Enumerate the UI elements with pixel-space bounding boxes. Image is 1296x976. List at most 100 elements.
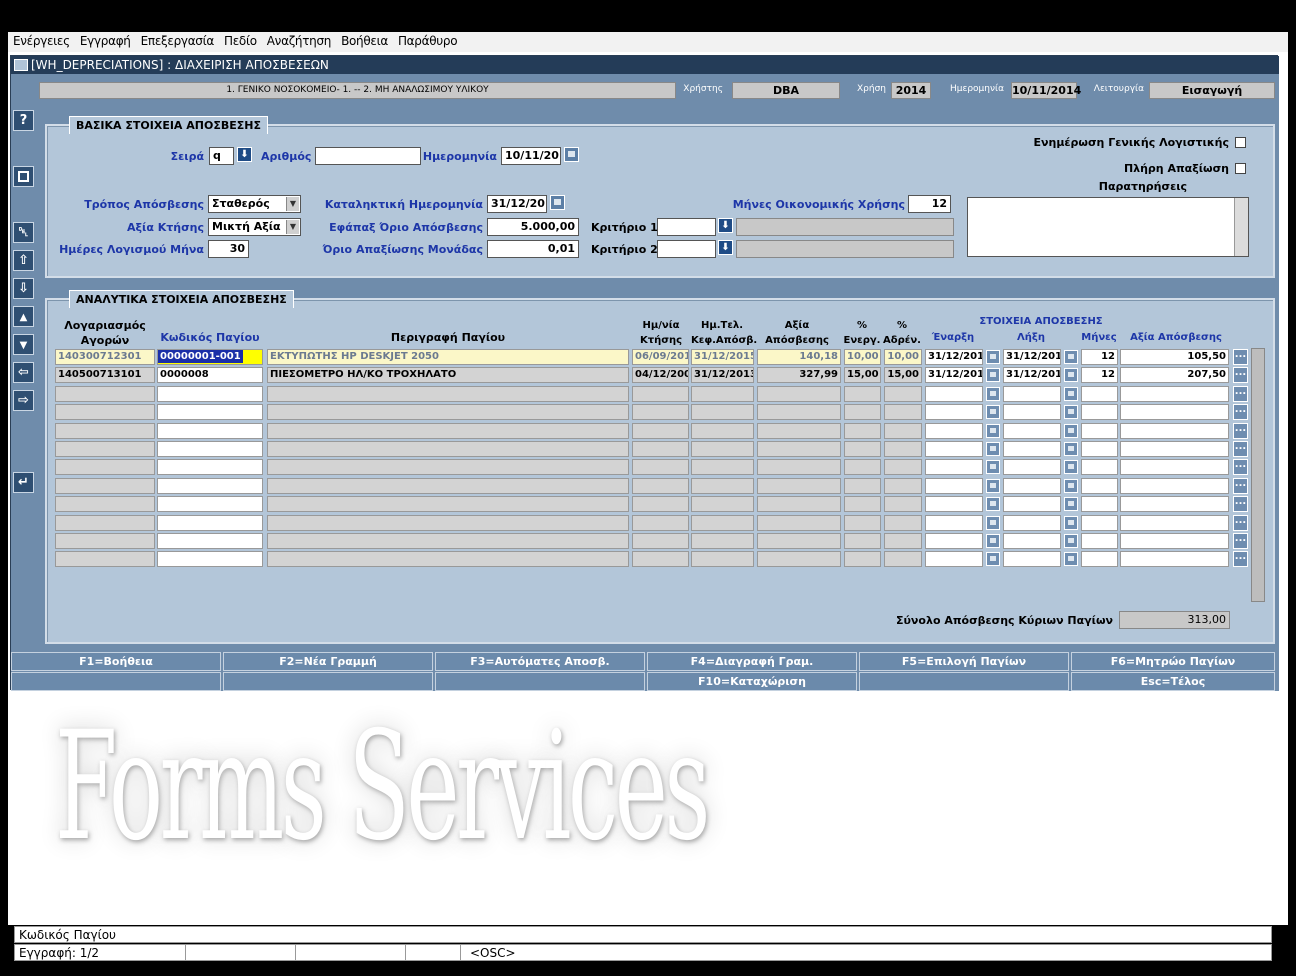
calendar-icon[interactable] [1064, 479, 1078, 493]
code-cell[interactable] [157, 496, 263, 512]
finish-date-cell[interactable] [1003, 515, 1061, 531]
crit2-lov-button[interactable]: ⬇ [718, 240, 733, 255]
value-cell[interactable] [757, 441, 841, 457]
desc-cell[interactable] [267, 404, 629, 420]
pct-active-cell[interactable] [844, 478, 881, 494]
value-cell[interactable] [757, 404, 841, 420]
amount-cell[interactable] [1120, 441, 1229, 457]
pct-active-cell[interactable] [844, 459, 881, 475]
value-cell[interactable] [757, 423, 841, 439]
desc-cell[interactable] [267, 459, 629, 475]
first-record-button[interactable]: ⇧ [13, 250, 34, 271]
calendar-icon[interactable] [1064, 497, 1078, 511]
account-cell[interactable] [55, 551, 155, 567]
pct-idle-cell[interactable] [884, 404, 922, 420]
end-date-cell[interactable] [691, 551, 754, 567]
calendar-icon[interactable] [1064, 516, 1078, 530]
finish-date-cell[interactable] [1003, 423, 1061, 439]
acq-date-cell[interactable] [632, 441, 689, 457]
value-cell[interactable]: 327,99 [757, 367, 841, 383]
months-cell[interactable] [1081, 496, 1118, 512]
calendar-icon[interactable] [986, 368, 1000, 382]
desc-cell[interactable] [267, 423, 629, 439]
finish-date-cell[interactable]: 31/12/2015 [1003, 367, 1061, 383]
calendar-icon[interactable] [1064, 534, 1078, 548]
finish-date-cell[interactable] [1003, 478, 1061, 494]
delete-button[interactable]: ␡ [13, 222, 34, 243]
series-field[interactable]: q [209, 147, 234, 165]
code-cell[interactable] [157, 459, 263, 475]
calendar-icon[interactable] [1064, 460, 1078, 474]
finish-date-cell[interactable] [1003, 496, 1061, 512]
end-date-cell[interactable] [691, 423, 754, 439]
end-date-cell[interactable] [691, 496, 754, 512]
row-details-button[interactable]: ... [1233, 441, 1248, 457]
value-cell[interactable] [757, 533, 841, 549]
menu-search[interactable]: Αναζήτηση [262, 32, 336, 48]
acq-date-cell[interactable] [632, 386, 689, 402]
menu-field[interactable]: Πεδίο [219, 32, 262, 48]
start-date-cell[interactable] [925, 515, 983, 531]
crit1-lov-button[interactable]: ⬇ [718, 218, 733, 233]
menu-window[interactable]: Παράθυρο [393, 32, 462, 48]
pct-idle-cell[interactable]: 10,00 [884, 349, 922, 365]
amount-cell[interactable] [1120, 459, 1229, 475]
months-cell[interactable] [1081, 404, 1118, 420]
row-details-button[interactable]: ... [1233, 478, 1248, 494]
acq-date-cell[interactable] [632, 551, 689, 567]
amount-cell[interactable] [1120, 515, 1229, 531]
acq-date-cell[interactable] [632, 459, 689, 475]
value-cell[interactable] [757, 551, 841, 567]
finish-date-cell[interactable] [1003, 551, 1061, 567]
calendar-icon[interactable] [550, 195, 565, 210]
desc-cell[interactable] [267, 478, 629, 494]
calendar-icon[interactable] [986, 534, 1000, 548]
calendar-icon[interactable] [986, 350, 1000, 364]
pct-active-cell[interactable] [844, 423, 881, 439]
row-details-button[interactable]: ... [1233, 515, 1248, 531]
value-cell[interactable] [757, 386, 841, 402]
amount-cell[interactable] [1120, 423, 1229, 439]
previous-button[interactable]: ⇦ [13, 362, 34, 383]
start-date-cell[interactable]: 31/12/2014 [925, 367, 983, 383]
months-cell[interactable] [1081, 551, 1118, 567]
acq-date-cell[interactable]: 06/09/2011 [632, 349, 689, 365]
code-cell[interactable]: 0000008 [157, 367, 263, 383]
value-cell[interactable] [757, 459, 841, 475]
desc-cell[interactable] [267, 441, 629, 457]
crit1-field[interactable] [657, 218, 716, 236]
row-details-button[interactable]: ... [1233, 496, 1248, 512]
end-date-cell[interactable]: 31/12/2013 [691, 367, 754, 383]
menu-edit[interactable]: Επεξεργασία [136, 32, 219, 48]
start-date-cell[interactable] [925, 551, 983, 567]
row-details-button[interactable]: ... [1233, 404, 1248, 420]
calendar-icon[interactable] [1064, 405, 1078, 419]
code-cell[interactable] [157, 423, 263, 439]
desc-cell[interactable] [267, 533, 629, 549]
pct-active-cell[interactable] [844, 404, 881, 420]
calendar-icon[interactable] [986, 424, 1000, 438]
pct-active-cell[interactable]: 10,00 [844, 349, 881, 365]
full-checkbox[interactable] [1235, 163, 1246, 174]
account-cell[interactable] [55, 404, 155, 420]
months-cell[interactable] [1081, 478, 1118, 494]
acq-date-cell[interactable] [632, 404, 689, 420]
acq-date-cell[interactable] [632, 423, 689, 439]
account-cell[interactable] [55, 459, 155, 475]
value-cell[interactable]: 140,18 [757, 349, 841, 365]
fkey-f5[interactable]: F5=Επιλογή Παγίων [859, 652, 1069, 671]
code-cell[interactable] [157, 515, 263, 531]
desc-cell[interactable]: ΠΙΕΣΟΜΕΤΡΟ ΗΛ/ΚΟ ΤΡΟΧΗΛΑΤΟ [267, 367, 629, 383]
start-date-cell[interactable] [925, 423, 983, 439]
months-cell[interactable] [1081, 441, 1118, 457]
months-cell[interactable] [1081, 515, 1118, 531]
desc-cell[interactable] [267, 496, 629, 512]
fkey-f3[interactable]: F3=Αυτόματες Αποσβ. [435, 652, 645, 671]
account-cell[interactable] [55, 441, 155, 457]
desc-cell[interactable] [267, 515, 629, 531]
account-cell[interactable] [55, 478, 155, 494]
calendar-icon[interactable] [986, 552, 1000, 566]
desc-cell[interactable] [267, 386, 629, 402]
value-cell[interactable] [757, 515, 841, 531]
row-details-button[interactable]: ... [1233, 386, 1248, 402]
